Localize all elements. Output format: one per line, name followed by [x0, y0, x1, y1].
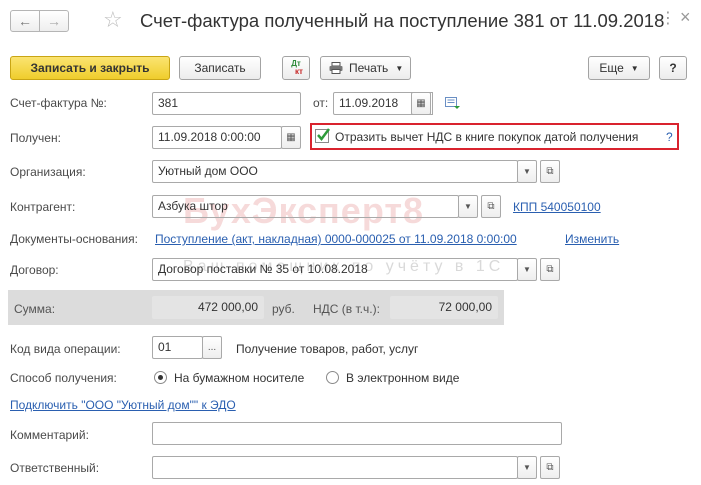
- organization-open-button[interactable]: ⧉: [540, 160, 560, 183]
- chevron-down-icon: ▼: [523, 167, 531, 176]
- kt-label: кт: [295, 67, 303, 76]
- connect-edo-link[interactable]: Подключить "ООО "Уютный дом"" к ЭДО: [10, 398, 236, 412]
- print-label: Печать: [349, 61, 389, 75]
- arrow-right-icon: →: [47, 13, 61, 29]
- operation-code-field[interactable]: 01: [152, 336, 203, 359]
- calendar-icon: ▦: [416, 98, 426, 109]
- more-button[interactable]: Еще ▼: [588, 56, 650, 80]
- received-calendar-button[interactable]: ▦: [281, 126, 301, 149]
- responsible-label: Ответственный:: [10, 461, 100, 475]
- vat-deduction-help-icon[interactable]: ?: [666, 130, 673, 144]
- operation-code-label: Код вида операции:: [10, 342, 121, 356]
- electronic-radio-label: В электронном виде: [346, 371, 460, 385]
- operation-code-description: Получение товаров, работ, услуг: [236, 342, 419, 356]
- calendar-icon: ▦: [286, 132, 296, 143]
- print-button[interactable]: Печать ▼: [320, 56, 411, 80]
- received-label: Получен:: [10, 131, 61, 145]
- kpp-link[interactable]: КПП 540050100: [513, 200, 601, 214]
- operation-code-select-button[interactable]: ...: [202, 336, 222, 359]
- paper-radio-label: На бумажном носителе: [174, 371, 305, 385]
- ellipsis-icon: ...: [207, 342, 217, 353]
- organization-dropdown-button[interactable]: ▼: [517, 160, 537, 183]
- change-base-documents-link[interactable]: Изменить: [565, 232, 619, 246]
- from-label: от:: [313, 96, 329, 110]
- back-button[interactable]: ←: [10, 10, 40, 32]
- electronic-radio[interactable]: [326, 371, 339, 384]
- vat-label: НДС (в т.ч.):: [313, 302, 380, 316]
- invoice-number-label: Счет-фактура №:: [10, 96, 107, 110]
- contract-dropdown-button[interactable]: ▼: [517, 258, 537, 281]
- more-vertical-icon[interactable]: ⋮: [660, 10, 676, 28]
- vat-deduction-label: Отразить вычет НДС в книге покупок датой…: [335, 130, 639, 144]
- received-datetime-field[interactable]: 11.09.2018 0:00:00: [152, 126, 282, 149]
- base-document-link[interactable]: Поступление (акт, накладная) 0000-000025…: [155, 232, 517, 246]
- window-title: Счет-фактура полученный на поступление 3…: [140, 10, 665, 31]
- printer-icon: [329, 62, 343, 74]
- responsible-open-button[interactable]: ⧉: [540, 456, 560, 479]
- paper-radio[interactable]: [154, 371, 167, 384]
- save-button[interactable]: Записать: [179, 56, 261, 80]
- more-label: Еще: [599, 61, 624, 75]
- open-link-icon: ⧉: [487, 201, 495, 212]
- comment-field[interactable]: [152, 422, 562, 445]
- arrow-left-icon: ←: [18, 13, 32, 29]
- sum-value: 472 000,00: [152, 296, 264, 319]
- receipt-method-label: Способ получения:: [10, 371, 117, 385]
- contract-open-button[interactable]: ⧉: [540, 258, 560, 281]
- open-link-icon: ⧉: [546, 462, 554, 473]
- chevron-down-icon: ▼: [523, 463, 531, 472]
- vat-value: 72 000,00: [390, 296, 498, 319]
- invoice-number-field[interactable]: 381: [152, 92, 301, 115]
- comment-label: Комментарий:: [10, 428, 89, 442]
- chevron-down-icon: ▼: [630, 63, 639, 73]
- counterparty-field[interactable]: Азбука штор: [152, 195, 459, 218]
- contract-field[interactable]: Договор поставки № 35 от 10.08.2018: [152, 258, 518, 281]
- open-link-icon: ⧉: [546, 264, 554, 275]
- open-link-icon: ⧉: [546, 166, 554, 177]
- document-list-icon[interactable]: [445, 97, 460, 113]
- help-button[interactable]: ?: [659, 56, 687, 80]
- star-icon[interactable]: ☆: [103, 8, 123, 32]
- dt-kt-button[interactable]: Дт кт: [282, 56, 310, 80]
- responsible-field[interactable]: [152, 456, 518, 479]
- counterparty-label: Контрагент:: [10, 200, 76, 214]
- responsible-dropdown-button[interactable]: ▼: [517, 456, 537, 479]
- chevron-down-icon: ▼: [395, 63, 404, 73]
- forward-button[interactable]: →: [39, 10, 69, 32]
- currency-label: руб.: [272, 302, 295, 316]
- organization-field[interactable]: Уютный дом ООО: [152, 160, 518, 183]
- chevron-down-icon: ▼: [464, 202, 472, 211]
- contract-label: Договор:: [10, 263, 59, 277]
- counterparty-dropdown-button[interactable]: ▼: [458, 195, 478, 218]
- chevron-down-icon: ▼: [523, 265, 531, 274]
- sum-label: Сумма:: [14, 302, 56, 316]
- checkmark-icon: [317, 128, 330, 141]
- vat-deduction-checkbox[interactable]: [315, 128, 330, 143]
- invoice-date-calendar-button[interactable]: ▦: [411, 92, 431, 115]
- close-icon[interactable]: ×: [680, 8, 691, 26]
- base-documents-label: Документы-основания:: [10, 232, 138, 246]
- save-and-close-button[interactable]: Записать и закрыть: [10, 56, 170, 80]
- organization-label: Организация:: [10, 165, 86, 179]
- counterparty-open-button[interactable]: ⧉: [481, 195, 501, 218]
